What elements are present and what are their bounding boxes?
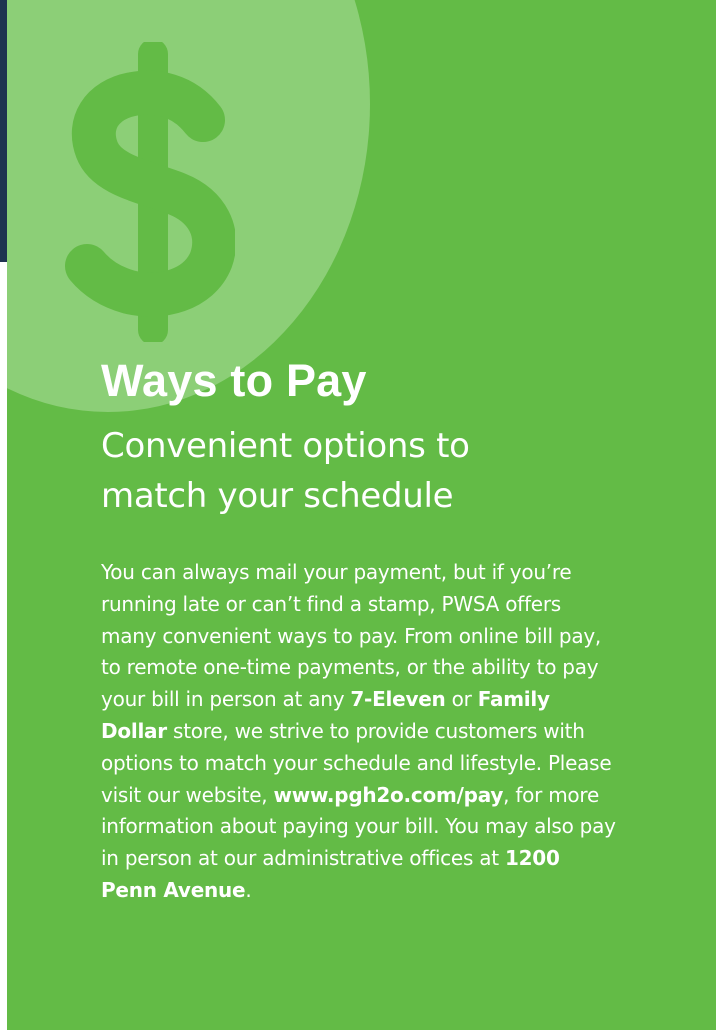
store-7-eleven: 7-Eleven bbox=[350, 687, 446, 712]
page: Ways to Pay Convenient options to match … bbox=[0, 0, 716, 1030]
subtitle-line-2: match your schedule bbox=[101, 476, 454, 516]
dollar-sign-icon bbox=[65, 42, 235, 342]
subtitle-line-1: Convenient options to bbox=[101, 426, 470, 466]
page-title: Ways to Pay bbox=[101, 355, 367, 406]
ways-to-pay-panel: Ways to Pay Convenient options to match … bbox=[7, 0, 716, 1030]
navy-edge-strip bbox=[0, 0, 7, 262]
website-link[interactable]: www.pgh2o.com/pay bbox=[274, 783, 504, 807]
body-text-5: . bbox=[245, 877, 252, 902]
body-paragraph: You can always mail your payment, but if… bbox=[101, 557, 621, 907]
subtitle: Convenient options to match your schedul… bbox=[101, 421, 621, 521]
body-text-2: or bbox=[445, 687, 478, 712]
content-block: Ways to Pay Convenient options to match … bbox=[101, 355, 621, 907]
